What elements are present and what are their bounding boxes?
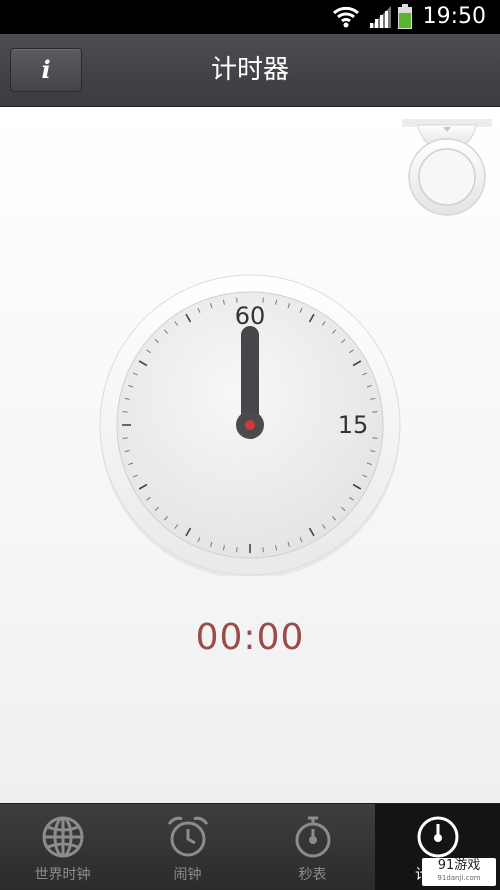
info-button[interactable]: i	[10, 48, 82, 92]
tab-label-world-clock: 世界时钟	[34, 867, 91, 883]
timer-icon	[415, 814, 461, 864]
dial-tick	[372, 437, 378, 439]
tab-label-alarm: 闹钟	[173, 867, 202, 883]
dial-tick	[372, 411, 378, 413]
dial-tick	[236, 547, 238, 553]
dial-tick	[122, 437, 128, 439]
battery-icon	[396, 4, 414, 34]
alarm-clock-icon	[165, 814, 211, 864]
watermark-sub: 91danji.com	[437, 874, 481, 882]
dial-tick	[122, 411, 128, 413]
tab-alarm[interactable]: 闹钟	[125, 804, 250, 890]
watermark-text: 91游戏	[437, 858, 481, 873]
status-bar: 19:50	[0, 0, 500, 34]
bottom-nav: 世界时钟 闹钟 秒表 91游戏 91danji.com	[0, 803, 500, 890]
app-header: 计时器 i	[0, 34, 500, 107]
dial-center-dot	[245, 420, 255, 430]
signal-icon	[367, 4, 393, 34]
timer-dial[interactable]: 60 15	[99, 274, 401, 580]
wifi-icon	[332, 4, 360, 34]
stopwatch-icon	[290, 814, 336, 864]
dial-label-60: 60	[235, 302, 266, 330]
dial-tick	[262, 547, 264, 553]
watermark-logo: 91游戏 91danji.com	[422, 858, 496, 886]
elapsed-time: 00:00	[195, 617, 305, 658]
tab-world-clock[interactable]: 世界时钟	[0, 804, 125, 890]
timer-screen: 60 15 00:00	[0, 107, 500, 803]
globe-icon	[40, 814, 86, 864]
dial-label-15: 15	[338, 411, 369, 439]
tab-label-stopwatch: 秒表	[298, 867, 327, 883]
tab-stopwatch[interactable]: 秒表	[250, 804, 375, 890]
ring-handle[interactable]	[402, 119, 492, 223]
status-time: 19:50	[422, 4, 486, 29]
tab-timer[interactable]: 计 91游戏 91danji.com	[375, 804, 500, 890]
